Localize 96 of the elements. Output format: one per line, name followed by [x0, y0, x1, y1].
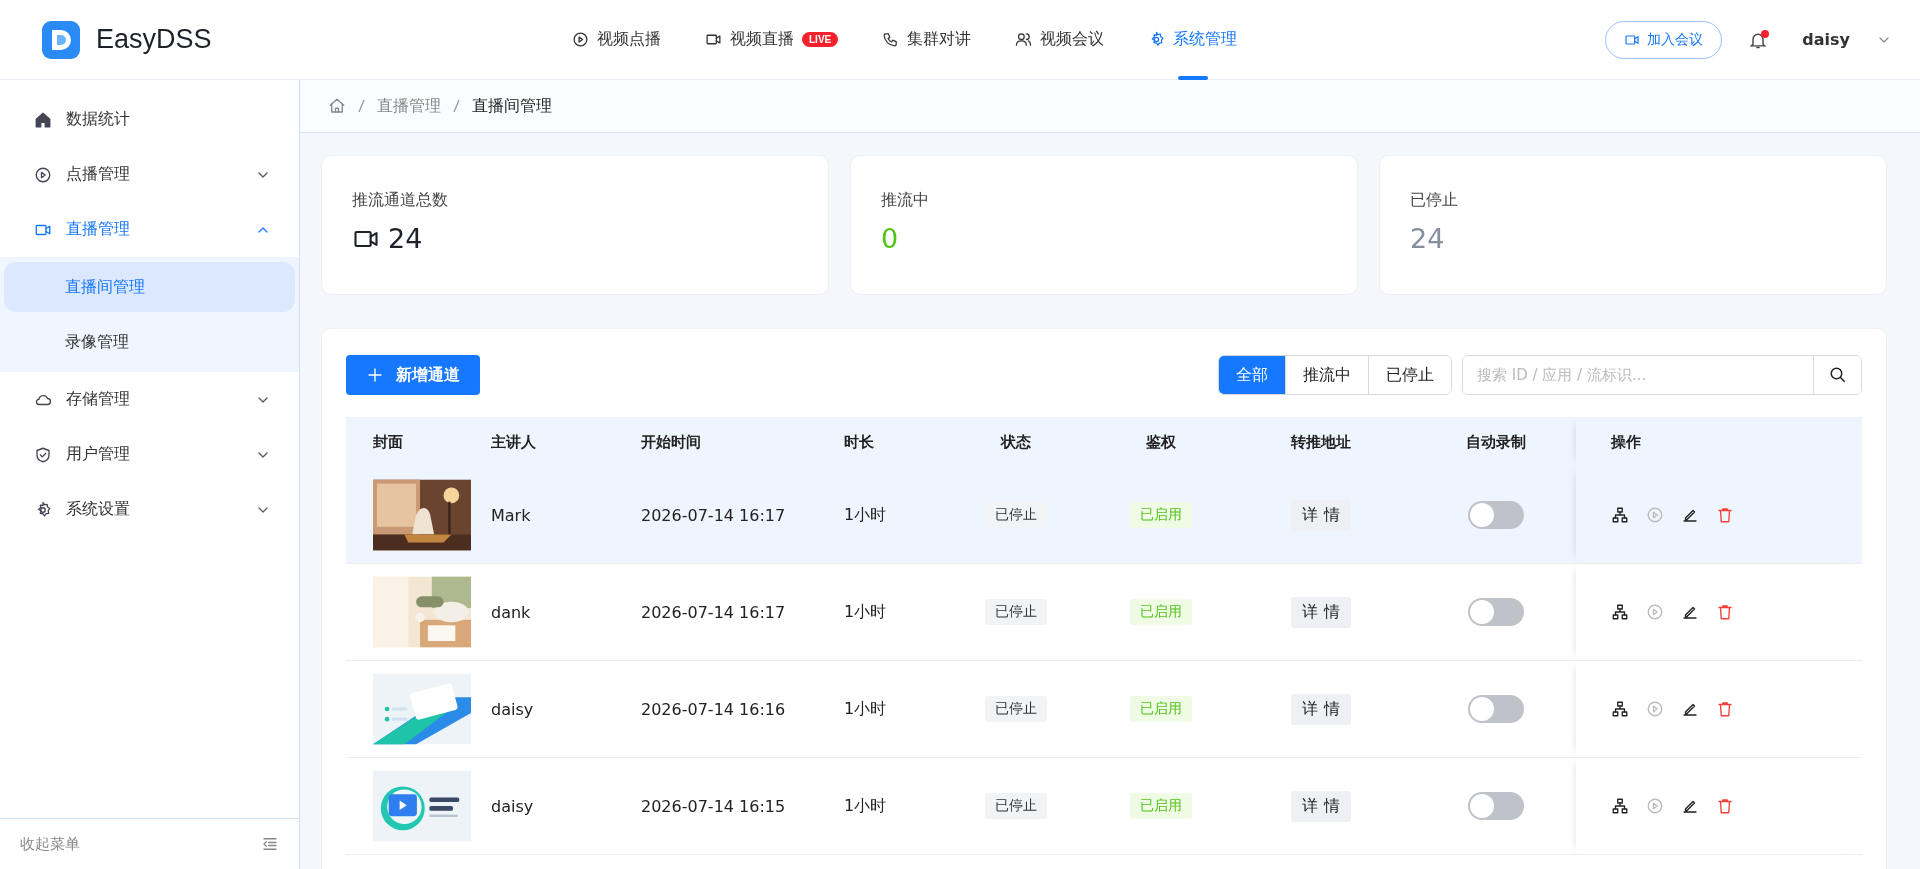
- logo-text: EasyDSS: [96, 24, 212, 55]
- stat-label: 已停止: [1410, 190, 1458, 209]
- nav-tab[interactable]: 集群对讲: [882, 0, 972, 80]
- column-header: 主讲人: [490, 431, 537, 453]
- column-header: 状态: [999, 431, 1032, 453]
- table-row[interactable]: daisy 2026-07-14 16:15 1小时 已停止 已启用 详 情: [346, 758, 1862, 855]
- table-cell: 2026-07-14 16:16: [641, 699, 786, 719]
- toggle-switch[interactable]: [1468, 695, 1524, 723]
- sidebar-item[interactable]: 直播管理: [0, 202, 299, 257]
- table-cell: 2026-07-14 16:17: [641, 505, 786, 525]
- submenu-item[interactable]: 录像管理: [4, 317, 295, 367]
- hierarchy-icon[interactable]: [1611, 506, 1629, 524]
- table-row[interactable]: dank 2026-07-14 16:17 1小时 已停止 已启用 详 情: [346, 564, 1862, 661]
- delete-icon[interactable]: [1716, 797, 1734, 815]
- delete-icon[interactable]: [1716, 603, 1734, 621]
- shield-icon: [34, 445, 52, 464]
- nav-tab[interactable]: 系统管理: [1148, 0, 1238, 80]
- search-icon: [1828, 366, 1847, 384]
- filter-tab[interactable]: 全部: [1219, 356, 1285, 394]
- nav-tab[interactable]: 视频点播: [572, 0, 661, 80]
- table-cell: daisy: [491, 699, 534, 719]
- logo-icon: [42, 20, 80, 59]
- toggle-switch[interactable]: [1468, 792, 1524, 820]
- hierarchy-icon[interactable]: [1611, 797, 1629, 815]
- table-cell: dank: [491, 602, 531, 622]
- table-cell: Mark: [491, 505, 531, 525]
- sidebar-item[interactable]: 存储管理: [0, 372, 299, 427]
- table-cell: 1小时: [844, 601, 887, 623]
- play-circle-icon: [572, 31, 589, 48]
- auth-tag: 已启用: [1130, 793, 1192, 819]
- delete-icon[interactable]: [1716, 700, 1734, 718]
- sidebar-item[interactable]: 用户管理: [0, 427, 299, 482]
- table-cell: 1小时: [844, 698, 887, 720]
- play-icon[interactable]: [1646, 700, 1664, 718]
- column-header: 开始时间: [640, 431, 702, 453]
- details-button[interactable]: 详 情: [1291, 596, 1351, 628]
- join-meeting-button[interactable]: 加入会议: [1605, 20, 1723, 59]
- auth-tag: 已启用: [1130, 696, 1192, 722]
- column-header: 操作: [1576, 417, 1862, 467]
- breadcrumb-item: 直播间管理: [472, 95, 552, 117]
- delete-icon[interactable]: [1716, 506, 1734, 524]
- phone-icon: [882, 31, 900, 48]
- add-channel-button[interactable]: 新增通道: [346, 355, 480, 395]
- home-icon: [34, 110, 52, 129]
- table-cell: 1小时: [844, 795, 887, 817]
- breadcrumb-separator-icon: [453, 99, 460, 113]
- table-cell: 1小时: [844, 504, 887, 526]
- details-button[interactable]: 详 情: [1291, 693, 1351, 725]
- table-cell: daisy: [491, 796, 534, 816]
- status-tag: 已停止: [985, 696, 1047, 722]
- column-header: 时长: [843, 431, 875, 453]
- breadcrumb-item[interactable]: 直播管理: [377, 95, 441, 117]
- status-tag: 已停止: [985, 502, 1047, 528]
- live-badge: LIVE: [802, 32, 839, 47]
- people-icon: [1015, 31, 1033, 48]
- status-tag: 已停止: [985, 599, 1047, 625]
- plus-icon: [366, 366, 384, 384]
- auth-tag: 已启用: [1130, 502, 1192, 528]
- details-button[interactable]: 详 情: [1291, 790, 1351, 822]
- filter-tab[interactable]: 已停止: [1368, 356, 1451, 394]
- table-cell: 2026-07-14 16:15: [641, 796, 786, 816]
- nav-tab[interactable]: 视频会议: [1015, 0, 1105, 80]
- toggle-switch[interactable]: [1468, 598, 1524, 626]
- home-icon[interactable]: [328, 97, 346, 115]
- column-header: 鉴权: [1145, 431, 1177, 453]
- play-icon[interactable]: [1646, 603, 1664, 621]
- stat-value: 24: [388, 223, 423, 254]
- stat-value: 0: [881, 223, 899, 254]
- stat-label: 推流中: [881, 190, 929, 209]
- status-tag: 已停止: [985, 793, 1047, 819]
- column-header: 封面: [372, 431, 404, 453]
- bell-icon[interactable]: [1748, 29, 1769, 50]
- play-circle-icon: [34, 165, 52, 184]
- toggle-switch[interactable]: [1468, 501, 1524, 529]
- breadcrumb-separator-icon: [358, 99, 365, 113]
- table-row[interactable]: daisy 2026-07-14 16:16 1小时 已停止 已启用 详 情: [346, 661, 1862, 758]
- collapse-menu-label[interactable]: 收起菜单: [20, 834, 80, 854]
- collapse-menu-icon[interactable]: [261, 835, 279, 853]
- table-row[interactable]: Mark 2026-07-14 16:17 1小时 已停止 已启用 详 情: [346, 467, 1862, 564]
- nav-tab[interactable]: 视频直播 LIVE: [705, 0, 839, 80]
- sidebar-item[interactable]: 系统设置: [0, 482, 299, 537]
- sidebar-item[interactable]: 点播管理: [0, 147, 299, 202]
- stat-label: 推流通道总数: [352, 190, 448, 209]
- user-name[interactable]: daisy: [1802, 30, 1850, 49]
- search-field[interactable]: 搜索 ID / 应用 / 流标识...: [1462, 355, 1862, 395]
- hierarchy-icon[interactable]: [1611, 700, 1629, 718]
- play-icon[interactable]: [1646, 797, 1664, 815]
- column-header: 自动录制: [1465, 431, 1527, 453]
- table-cell: 2026-07-14 16:17: [641, 602, 786, 622]
- stat-value: 24: [1410, 223, 1445, 254]
- search-button[interactable]: [1813, 356, 1861, 394]
- column-header: 转推地址: [1289, 431, 1352, 453]
- auth-tag: 已启用: [1130, 599, 1192, 625]
- sidebar-item[interactable]: 数据统计: [0, 92, 299, 147]
- hierarchy-icon[interactable]: [1611, 603, 1629, 621]
- details-button[interactable]: 详 情: [1291, 499, 1351, 531]
